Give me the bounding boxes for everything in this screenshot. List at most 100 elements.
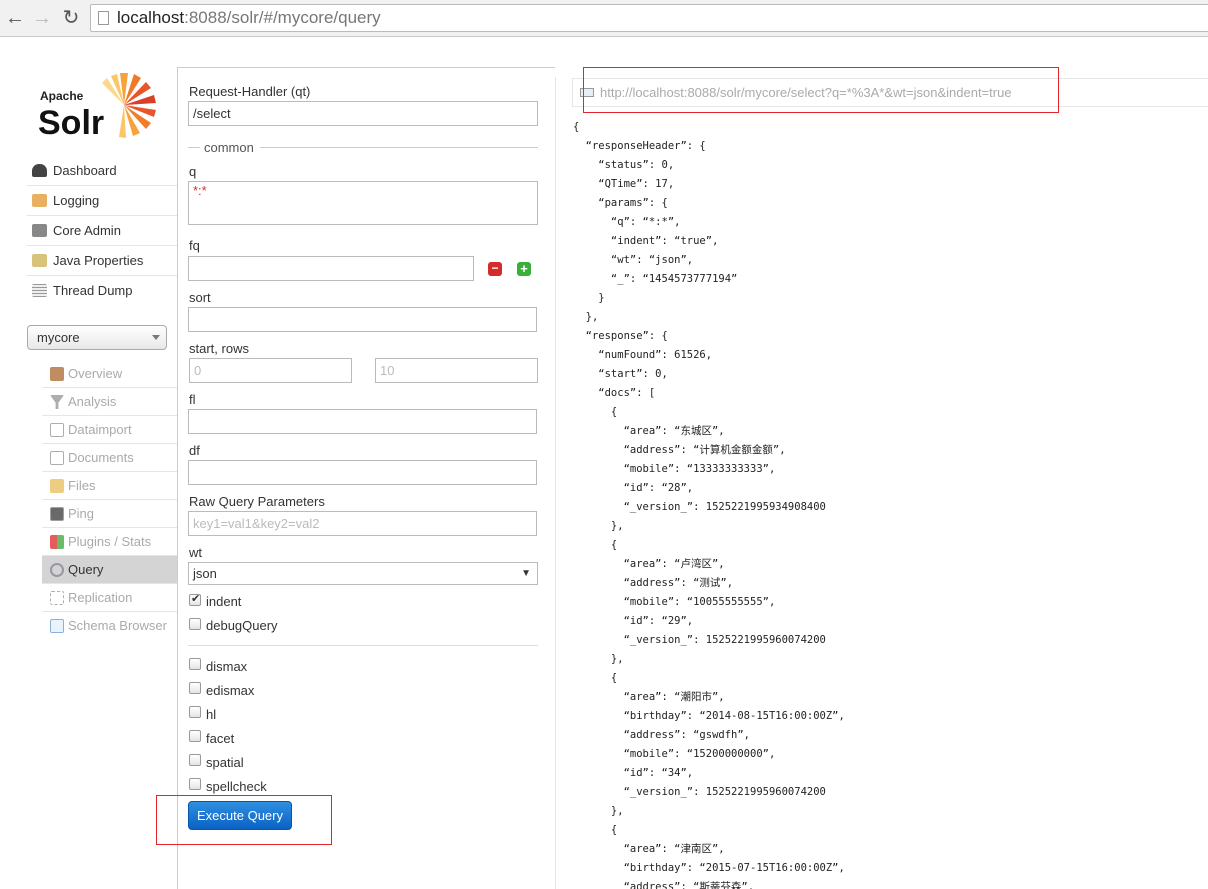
json-line: “response”: {	[573, 330, 668, 342]
json-line: “_version_”: 1525221995934908400	[573, 501, 826, 513]
core-nav-replication[interactable]: Replication	[42, 584, 177, 612]
core-nav-label: Query	[68, 562, 104, 577]
divider	[555, 77, 556, 889]
sidebar-item-thread-dump[interactable]: Thread Dump	[27, 276, 177, 306]
core-nav-label: Replication	[68, 590, 133, 605]
spatial-checkbox[interactable]	[189, 754, 201, 766]
core-nav-label: Plugins / Stats	[68, 534, 152, 549]
url-host: localhost	[117, 8, 185, 27]
start-rows-label: start, rows	[189, 341, 249, 356]
core-nav-label: Analysis	[68, 394, 117, 409]
raw-params-input[interactable]: key1=val1&key2=val2	[188, 511, 537, 536]
highlight-box	[156, 795, 332, 845]
json-line: {	[573, 824, 618, 836]
facet-label: facet	[206, 731, 235, 746]
checkmark-icon: ✔	[191, 593, 201, 605]
sidebar-item-label: Logging	[53, 193, 100, 208]
fq-input[interactable]	[188, 256, 474, 281]
edismax-label: edismax	[206, 683, 255, 698]
facet-checkbox[interactable]	[189, 730, 201, 742]
core-selector[interactable]: mycore	[27, 325, 167, 350]
reload-button[interactable]: ↻	[60, 6, 82, 30]
json-line: “indent”: “true”,	[573, 235, 719, 247]
minus-icon: −	[491, 261, 499, 275]
page-icon	[98, 11, 109, 25]
json-line: },	[573, 311, 599, 323]
df-input[interactable]	[188, 460, 537, 485]
edismax-checkbox[interactable]	[189, 682, 201, 694]
json-line: “area”: “潮阳市”,	[573, 691, 725, 703]
json-line: “address”: “斯蒂芬森”,	[573, 881, 755, 889]
indent-label: indent	[206, 594, 242, 609]
chevron-down-icon: ▼	[521, 568, 531, 579]
sidebar-item-core-admin[interactable]: Core Admin	[27, 216, 177, 246]
json-line: {	[573, 406, 618, 418]
plus-icon: +	[520, 261, 528, 276]
wt-select[interactable]: json ▼	[188, 562, 538, 585]
core-nav-dataimport[interactable]: Dataimport	[42, 416, 177, 444]
json-line: “birthday”: “2014-08-15T16:00:00Z”,	[573, 710, 845, 722]
sidebar-item-label: Dashboard	[53, 163, 117, 178]
core-nav-label: Dataimport	[68, 422, 132, 437]
plugins-icon	[50, 535, 64, 549]
common-legend-text: common	[204, 140, 254, 155]
qt-label: Request-Handler (qt)	[189, 84, 311, 99]
svg-text:Apache: Apache	[40, 89, 84, 103]
json-line: “_”: “1454573777194”	[573, 273, 738, 285]
logging-icon	[32, 194, 47, 207]
json-line: “responseHeader”: {	[573, 140, 706, 152]
spellcheck-label: spellcheck	[206, 779, 267, 794]
debugquery-checkbox[interactable]	[189, 618, 201, 630]
json-line: “area”: “津南区”,	[573, 843, 725, 855]
core-nav-documents[interactable]: Documents	[42, 444, 177, 472]
df-label: df	[189, 443, 200, 458]
json-line: },	[573, 805, 624, 817]
sort-input[interactable]	[188, 307, 537, 332]
add-fq-button[interactable]: +	[517, 262, 531, 276]
address-bar[interactable]: localhost:8088/solr/#/mycore/query	[90, 4, 1208, 32]
remove-fq-button[interactable]: −	[488, 262, 502, 276]
core-nav-plugins[interactable]: Plugins / Stats	[42, 528, 177, 556]
rows-input[interactable]: 10	[375, 358, 538, 383]
dismax-checkbox[interactable]	[189, 658, 201, 670]
java-icon	[32, 254, 47, 267]
core-nav-analysis[interactable]: Analysis	[42, 388, 177, 416]
core-nav-overview[interactable]: Overview	[42, 360, 177, 388]
forward-button[interactable]: →	[31, 6, 53, 30]
sidebar-item-dashboard[interactable]: Dashboard	[27, 156, 177, 186]
json-line: “id”: “29”,	[573, 615, 694, 627]
sidebar-item-label: Core Admin	[53, 223, 121, 238]
json-line: “_version_”: 1525221995960074200	[573, 634, 826, 646]
fq-label: fq	[189, 238, 200, 253]
magnifier-icon	[50, 563, 64, 577]
q-textarea[interactable]: *:*	[188, 181, 538, 225]
json-line: “id”: “28”,	[573, 482, 694, 494]
replication-icon	[50, 591, 64, 605]
core-nav-files[interactable]: Files	[42, 472, 177, 500]
svg-text:Solr: Solr	[38, 104, 104, 138]
sidebar-item-java-properties[interactable]: Java Properties	[27, 246, 177, 276]
fl-input[interactable]	[188, 409, 537, 434]
json-line: “status”: 0,	[573, 159, 675, 171]
core-nav-query[interactable]: Query	[42, 556, 177, 584]
url-path: :8088/solr/#/mycore/query	[184, 8, 381, 27]
spellcheck-checkbox[interactable]	[189, 778, 201, 790]
sidebar-item-logging[interactable]: Logging	[27, 186, 177, 216]
ping-icon	[50, 507, 64, 521]
solr-logo[interactable]: Apache Solr	[38, 72, 160, 142]
raw-params-label: Raw Query Parameters	[189, 494, 325, 509]
core-nav-label: Schema Browser	[68, 618, 167, 633]
indent-checkbox[interactable]: ✔	[189, 593, 201, 606]
divider	[177, 67, 178, 889]
schema-icon	[50, 619, 64, 633]
sort-label: sort	[189, 290, 211, 305]
json-line: {	[573, 672, 618, 684]
hl-checkbox[interactable]	[189, 706, 201, 718]
back-button[interactable]: ←	[4, 6, 26, 30]
core-nav-schema-browser[interactable]: Schema Browser	[42, 612, 177, 640]
start-input[interactable]: 0	[189, 358, 352, 383]
qt-input[interactable]: /select	[188, 101, 538, 126]
json-line: “mobile”: “10055555555”,	[573, 596, 776, 608]
dismax-label: dismax	[206, 659, 248, 674]
core-nav-ping[interactable]: Ping	[42, 500, 177, 528]
